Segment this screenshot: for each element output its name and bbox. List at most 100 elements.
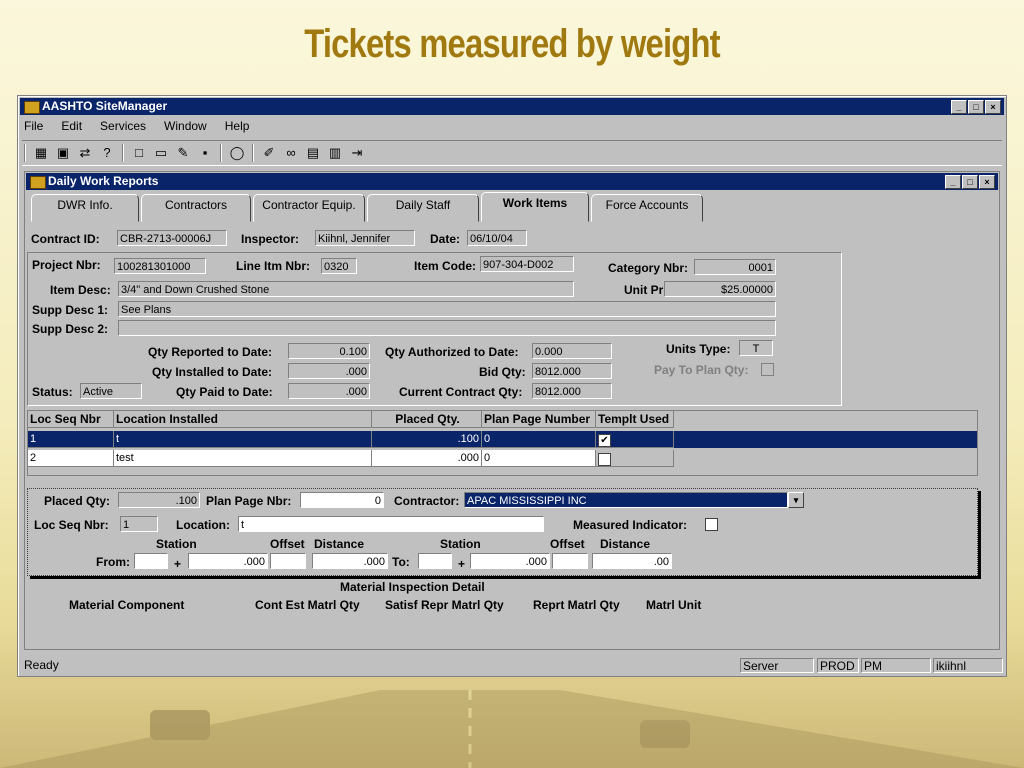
col-plan-page[interactable]: Plan Page Number <box>482 411 596 428</box>
col-reprt-matrl-qty[interactable]: Reprt Matrl Qty <box>533 598 620 612</box>
menu-services[interactable]: Services <box>98 119 148 137</box>
save-all-icon[interactable]: ▣ <box>54 144 72 162</box>
to-offset-field[interactable] <box>552 553 588 569</box>
status-message: Ready <box>24 658 59 672</box>
help-wizard-icon[interactable]: ? <box>98 144 116 162</box>
row2-templt-checkbox[interactable] <box>598 453 611 466</box>
contractor-label: Contractor: <box>394 494 460 508</box>
calculator-icon[interactable]: ▦ <box>32 144 50 162</box>
measured-indicator-checkbox[interactable] <box>705 518 718 531</box>
from-station-prefix[interactable] <box>134 553 168 569</box>
dwr-restore-button[interactable]: □ <box>962 175 978 189</box>
plan-page-nbr-field[interactable]: 0 <box>300 492 384 508</box>
supp-desc-2-label: Supp Desc 2: <box>32 322 109 336</box>
to-station-prefix[interactable] <box>418 553 452 569</box>
to-distance-field[interactable]: .00 <box>592 553 672 569</box>
pay-to-plan-checkbox[interactable] <box>761 363 774 376</box>
col-templt-used[interactable]: Templt Used <box>596 411 674 428</box>
from-offset-field[interactable] <box>270 553 306 569</box>
menu-bar: File Edit Services Window Help <box>22 119 251 137</box>
row1-seq[interactable]: 1 <box>28 431 114 448</box>
calendar-icon[interactable]: ▥ <box>326 144 344 162</box>
unit-price-field[interactable]: $25.00000 <box>664 281 776 297</box>
dwr-title: Daily Work Reports <box>48 174 159 188</box>
date-field[interactable]: 06/10/04 <box>467 230 527 246</box>
tab-dwr-info[interactable]: DWR Info. <box>31 194 139 222</box>
line-itm-field[interactable]: 0320 <box>321 258 357 274</box>
to-distance-label: Distance <box>600 537 651 551</box>
location-field[interactable]: t <box>238 516 544 532</box>
comment-icon[interactable]: ◯ <box>228 144 246 162</box>
link-icon[interactable]: ∞ <box>282 144 300 162</box>
category-nbr-label: Category Nbr: <box>608 261 689 275</box>
location-label: Location: <box>176 518 230 532</box>
tab-daily-staff[interactable]: Daily Staff <box>367 194 479 222</box>
row2-plan-page[interactable]: 0 <box>482 450 596 467</box>
col-material-component[interactable]: Material Component <box>69 598 184 612</box>
col-placed-qty[interactable]: Placed Qty. <box>372 411 482 428</box>
item-code-field[interactable]: 907-304-D002 <box>480 256 574 272</box>
col-cont-est-matrl-qty[interactable]: Cont Est Matrl Qty <box>255 598 360 612</box>
loc-seq-nbr-field[interactable]: 1 <box>120 516 158 532</box>
category-nbr-field[interactable]: 0001 <box>694 259 776 275</box>
row2-placed[interactable]: .000 <box>372 450 482 467</box>
contractor-select[interactable]: APAC MISSISSIPPI INC <box>464 492 788 508</box>
col-satisf-repr-matrl-qty[interactable]: Satisf Repr Matrl Qty <box>385 598 504 612</box>
restore-button[interactable]: □ <box>968 100 984 114</box>
contract-id-field[interactable]: CBR-2713-00006J <box>117 230 227 246</box>
col-loc-seq[interactable]: Loc Seq Nbr <box>28 411 114 428</box>
tab-force-accounts[interactable]: Force Accounts <box>591 194 703 222</box>
status-label: Status: <box>32 385 73 399</box>
col-matrl-unit[interactable]: Matrl Unit <box>646 598 701 612</box>
menu-window[interactable]: Window <box>162 119 209 137</box>
minimize-button[interactable]: _ <box>951 100 967 114</box>
placed-qty-field[interactable]: .100 <box>118 492 200 508</box>
dwr-minimize-button[interactable]: _ <box>945 175 961 189</box>
dwr-close-button[interactable]: × <box>979 175 995 189</box>
inspector-field[interactable]: Kiihnl, Jennifer <box>315 230 415 246</box>
supp-desc-1-field[interactable]: See Plans <box>118 301 776 317</box>
from-station-field[interactable]: .000 <box>188 553 268 569</box>
from-distance-field[interactable]: .000 <box>312 553 388 569</box>
status-ampm: PM <box>861 658 931 673</box>
menu-help[interactable]: Help <box>223 119 252 137</box>
row1-placed[interactable]: .100 <box>372 431 482 448</box>
menu-file[interactable]: File <box>22 119 45 137</box>
bid-qty-field[interactable]: 8012.000 <box>532 363 612 379</box>
row1-templt-checkbox[interactable]: ✔ <box>598 434 611 447</box>
qty-installed-field[interactable]: .000 <box>288 363 370 379</box>
close-button[interactable]: × <box>985 100 1001 114</box>
status-field[interactable]: Active <box>80 383 142 399</box>
tab-work-items[interactable]: Work Items <box>481 192 589 222</box>
to-station-field[interactable]: .000 <box>470 553 550 569</box>
units-type-field[interactable]: T <box>739 340 773 356</box>
qty-authorized-field[interactable]: 0.000 <box>532 343 612 359</box>
item-desc-field[interactable]: 3/4" and Down Crushed Stone <box>118 281 574 297</box>
row2-location[interactable]: test <box>114 450 372 467</box>
edit-icon[interactable]: ✎ <box>174 144 192 162</box>
open-folder-icon[interactable]: ▭ <box>152 144 170 162</box>
supp-desc-2-field[interactable] <box>118 320 776 336</box>
date-label: Date: <box>430 232 461 246</box>
col-location-installed[interactable]: Location Installed <box>114 411 372 428</box>
qty-reported-field[interactable]: 0.100 <box>288 343 370 359</box>
current-contract-qty-field[interactable]: 8012.000 <box>532 383 612 399</box>
report-icon[interactable]: ▤ <box>304 144 322 162</box>
project-nbr-field[interactable]: 100281301000 <box>114 258 206 274</box>
tab-contractor-equip[interactable]: Contractor Equip. <box>253 194 365 222</box>
dwr-titlebar[interactable]: Daily Work Reports _ □ × <box>26 173 998 190</box>
chevron-down-icon[interactable]: ▾ <box>788 492 804 508</box>
qty-paid-label: Qty Paid to Date: <box>176 385 273 399</box>
row2-seq[interactable]: 2 <box>28 450 114 467</box>
qty-paid-field[interactable]: .000 <box>288 383 370 399</box>
tab-contractors[interactable]: Contractors <box>141 194 251 222</box>
navigate-icon[interactable]: ⇄ <box>76 144 94 162</box>
new-document-icon[interactable]: □ <box>130 144 148 162</box>
menu-edit[interactable]: Edit <box>59 119 84 137</box>
construction-icon[interactable]: ✐ <box>260 144 278 162</box>
row1-plan-page[interactable]: 0 <box>482 431 596 448</box>
exit-icon[interactable]: ⇥ <box>348 144 366 162</box>
row1-location[interactable]: t <box>114 431 372 448</box>
save-icon[interactable]: ▪ <box>196 144 214 162</box>
app-titlebar[interactable]: AASHTO SiteManager _ □ × <box>20 98 1004 115</box>
